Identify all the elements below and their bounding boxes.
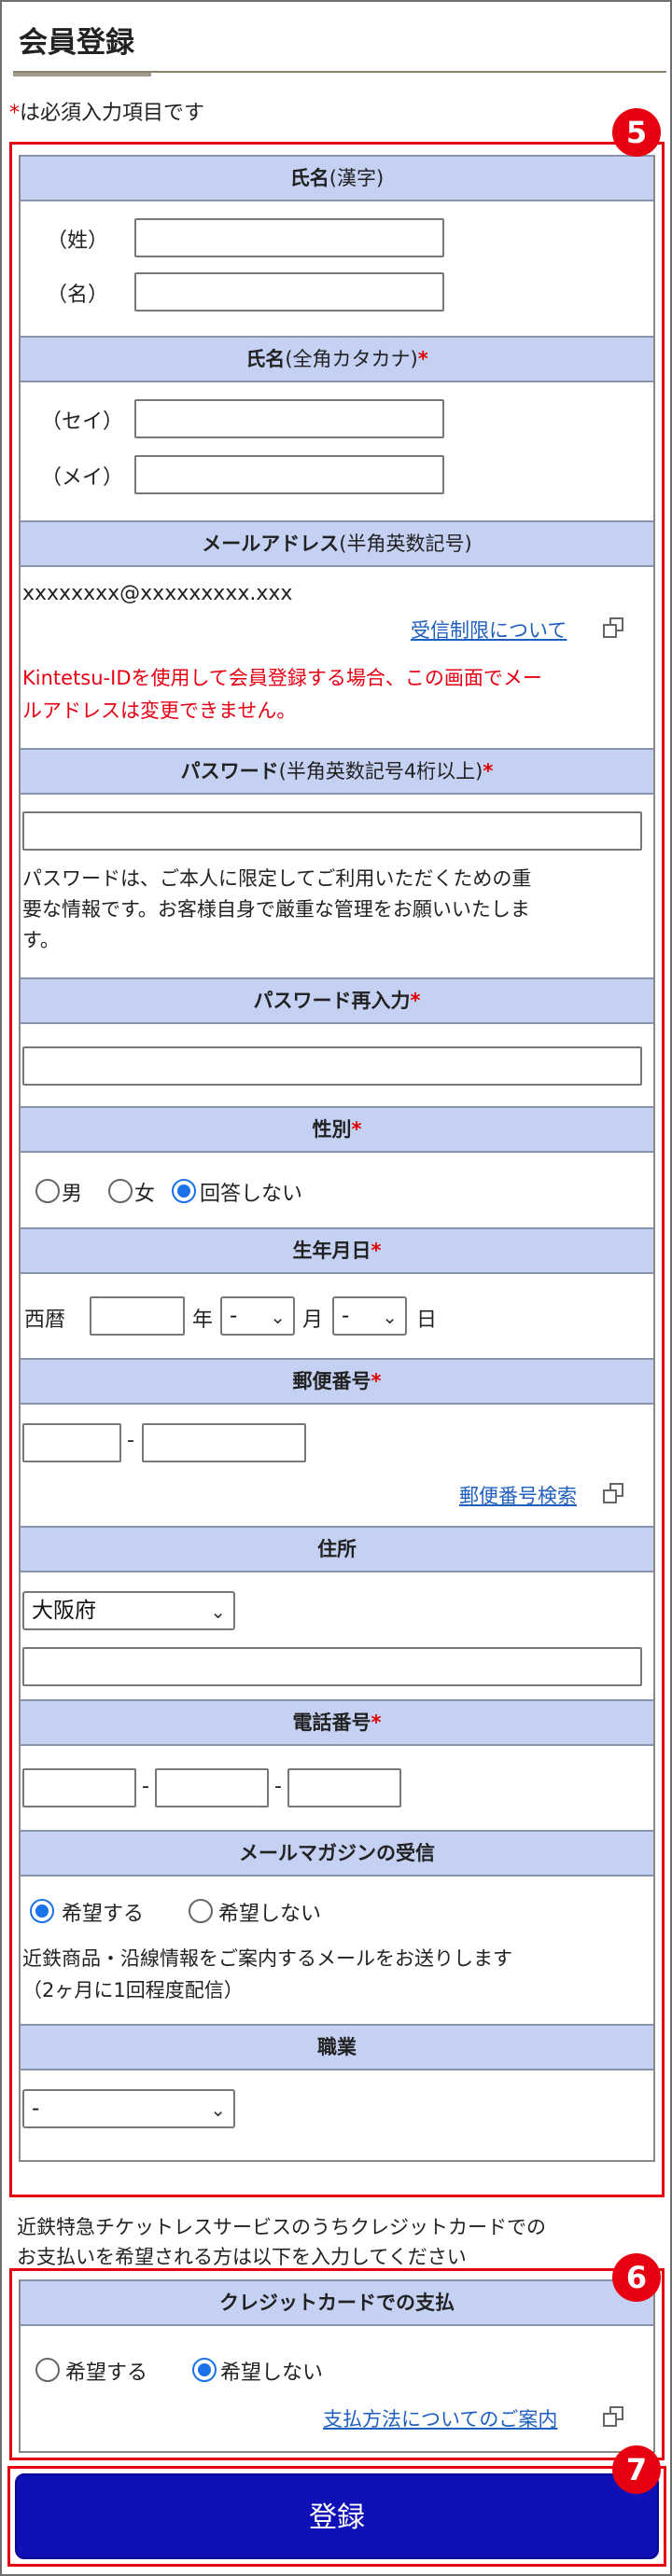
required-note-text: は必須入力項目です <box>20 102 205 125</box>
required-mark: * <box>9 102 20 125</box>
badge-7: 7 <box>612 2445 661 2494</box>
badge-6: 6 <box>612 2253 661 2302</box>
annotation-box-7 <box>7 2466 666 2567</box>
badge-5: 5 <box>612 108 661 157</box>
page-title: 会員登録 <box>19 26 134 60</box>
credit-intro-line1: 近鉄特急チケットレスサービスのうちクレジットカードでの <box>17 2216 546 2238</box>
credit-intro: 近鉄特急チケットレスサービスのうちクレジットカードでの お支払いを希望される方は… <box>17 2212 661 2272</box>
required-note: *は必須入力項目です <box>9 96 204 126</box>
annotation-box-6 <box>9 2268 665 2460</box>
title-underline <box>13 73 151 76</box>
annotation-box-5 <box>9 142 665 2197</box>
